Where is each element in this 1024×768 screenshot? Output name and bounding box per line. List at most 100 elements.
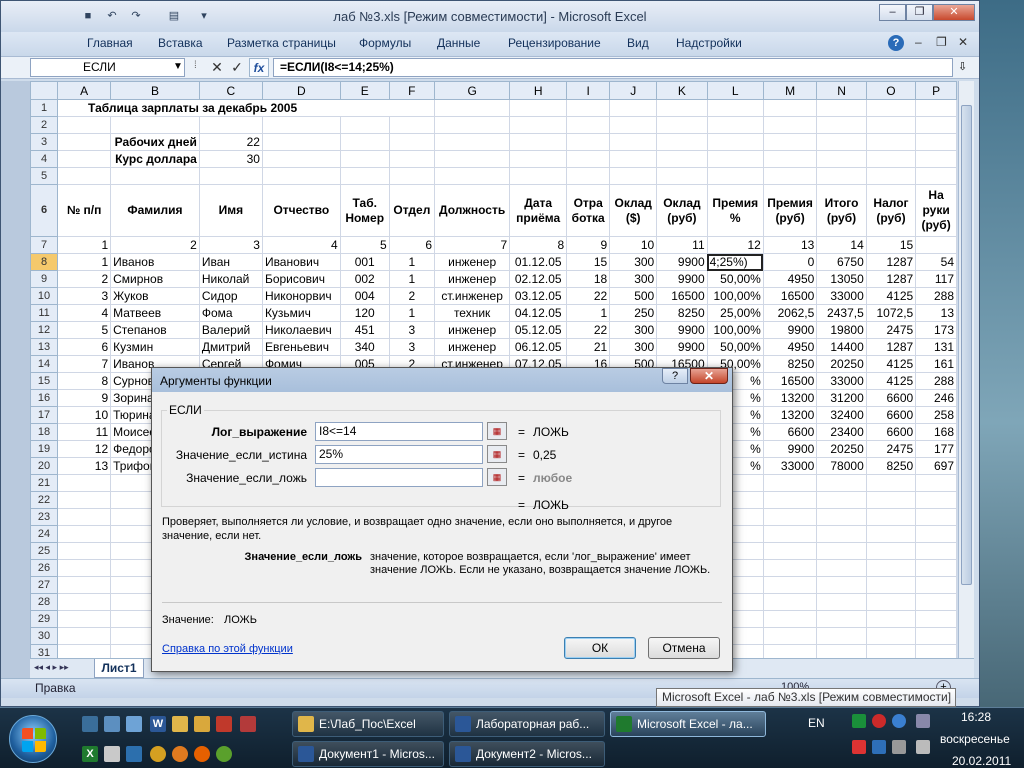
cell[interactable] (57, 150, 112, 168)
cell[interactable]: 22 (566, 287, 611, 305)
cell[interactable] (762, 116, 818, 134)
cell[interactable] (656, 116, 708, 134)
cell[interactable]: Курс доллара (110, 150, 200, 168)
taskbar-btn-word-lab[interactable]: Лабораторная раб... (449, 711, 605, 737)
cell[interactable] (816, 133, 867, 151)
cell[interactable] (816, 150, 867, 168)
cell[interactable]: 03.12.05 (509, 287, 568, 305)
cell[interactable] (915, 474, 957, 492)
cell[interactable]: 2 (110, 236, 200, 254)
cell[interactable]: 33000 (762, 457, 818, 475)
cell[interactable] (339, 133, 390, 151)
cell[interactable]: 173 (915, 321, 957, 339)
cell[interactable] (865, 167, 917, 185)
cell[interactable]: 20250 (816, 440, 867, 458)
cell[interactable]: 250 (609, 304, 658, 322)
cancel-formula-icon[interactable]: ✕ (207, 58, 227, 77)
arg-false-input[interactable] (315, 468, 483, 487)
cell[interactable] (915, 133, 957, 151)
arg-true-input[interactable]: 25% (315, 445, 483, 464)
cell[interactable] (339, 116, 390, 134)
cell[interactable] (915, 559, 957, 577)
cell[interactable]: 33000 (816, 372, 867, 390)
cell[interactable]: 3 (198, 236, 263, 254)
ok-button[interactable]: ОК (564, 637, 636, 659)
cell[interactable]: Иван (198, 253, 263, 271)
cell[interactable] (865, 99, 917, 117)
firefox-icon[interactable] (194, 746, 210, 762)
row-header[interactable]: 6 (30, 184, 59, 237)
cell[interactable] (762, 610, 818, 628)
column-header[interactable]: A (57, 81, 112, 100)
cell[interactable]: 177 (915, 440, 957, 458)
cell[interactable]: 1287 (865, 270, 917, 288)
cell[interactable] (198, 167, 263, 185)
cell[interactable] (261, 167, 341, 185)
cell[interactable] (388, 167, 436, 185)
cell[interactable]: 4125 (865, 355, 917, 373)
cell[interactable]: Отра ботка (566, 184, 611, 237)
cell[interactable]: 300 (609, 270, 658, 288)
cell[interactable]: 120 (339, 304, 390, 322)
cell[interactable]: 21 (566, 338, 611, 356)
cell[interactable]: 15 (865, 236, 917, 254)
cell[interactable] (434, 116, 511, 134)
column-header[interactable]: P (915, 81, 957, 100)
cell[interactable] (915, 99, 957, 117)
tab-home[interactable]: Главная (87, 36, 133, 50)
cell[interactable]: 78000 (816, 457, 867, 475)
cell[interactable]: 9900 (762, 440, 818, 458)
cell[interactable]: Фамилия (110, 184, 200, 237)
enter-formula-icon[interactable]: ✓ (227, 58, 247, 77)
cell[interactable]: 05.12.05 (509, 321, 568, 339)
cell[interactable] (656, 150, 708, 168)
cell[interactable]: 9900 (656, 253, 708, 271)
cell[interactable]: 13 (762, 236, 818, 254)
cell[interactable] (57, 542, 112, 560)
column-header[interactable]: B (110, 81, 200, 100)
cell[interactable] (509, 99, 568, 117)
cell[interactable]: 100,00% (706, 287, 764, 305)
row-header[interactable]: 8 (30, 253, 59, 271)
folder-icon[interactable] (194, 716, 210, 732)
cell[interactable]: 1 (57, 236, 112, 254)
cell[interactable]: 1072,5 (865, 304, 917, 322)
cell[interactable]: 13200 (762, 406, 818, 424)
column-header[interactable]: I (566, 81, 611, 100)
cell[interactable] (566, 116, 611, 134)
cell[interactable]: 50,00% (706, 338, 764, 356)
cell[interactable] (388, 133, 436, 151)
row-header[interactable]: 23 (30, 508, 59, 526)
cell[interactable]: 10 (609, 236, 658, 254)
tab-view[interactable]: Вид (627, 36, 649, 50)
cell[interactable]: Отчество (261, 184, 341, 237)
cell[interactable]: 7 (57, 355, 112, 373)
cell[interactable] (816, 593, 867, 611)
cell[interactable] (339, 167, 390, 185)
row-header[interactable]: 29 (30, 610, 59, 628)
cell[interactable]: 002 (339, 270, 390, 288)
cell[interactable]: Должность (434, 184, 511, 237)
cell[interactable]: Налог (руб) (865, 184, 917, 237)
ribbon-close-icon[interactable]: ✕ (958, 35, 968, 49)
tray-icon[interactable] (872, 714, 886, 728)
row-header[interactable]: 28 (30, 593, 59, 611)
cell[interactable]: Кузмин (110, 338, 200, 356)
cell[interactable]: 25,00% (706, 304, 764, 322)
cell[interactable] (57, 576, 112, 594)
cell[interactable]: 1287 (865, 338, 917, 356)
cell[interactable]: Таб. Номер (339, 184, 390, 237)
tray-icon[interactable] (852, 714, 866, 728)
cell[interactable]: Николаевич (261, 321, 341, 339)
cell[interactable]: 7 (434, 236, 511, 254)
cell[interactable]: 6600 (865, 423, 917, 441)
quicklaunch-icon[interactable] (82, 716, 98, 732)
cell[interactable]: Оклад (руб) (656, 184, 708, 237)
cell[interactable]: 31200 (816, 389, 867, 407)
cell[interactable]: 02.12.05 (509, 270, 568, 288)
cell[interactable]: 9900 (656, 338, 708, 356)
cell[interactable]: 15 (566, 253, 611, 271)
column-header[interactable]: N (816, 81, 867, 100)
restore-button[interactable]: ❐ (906, 4, 933, 21)
switch-windows-icon[interactable] (126, 716, 142, 732)
